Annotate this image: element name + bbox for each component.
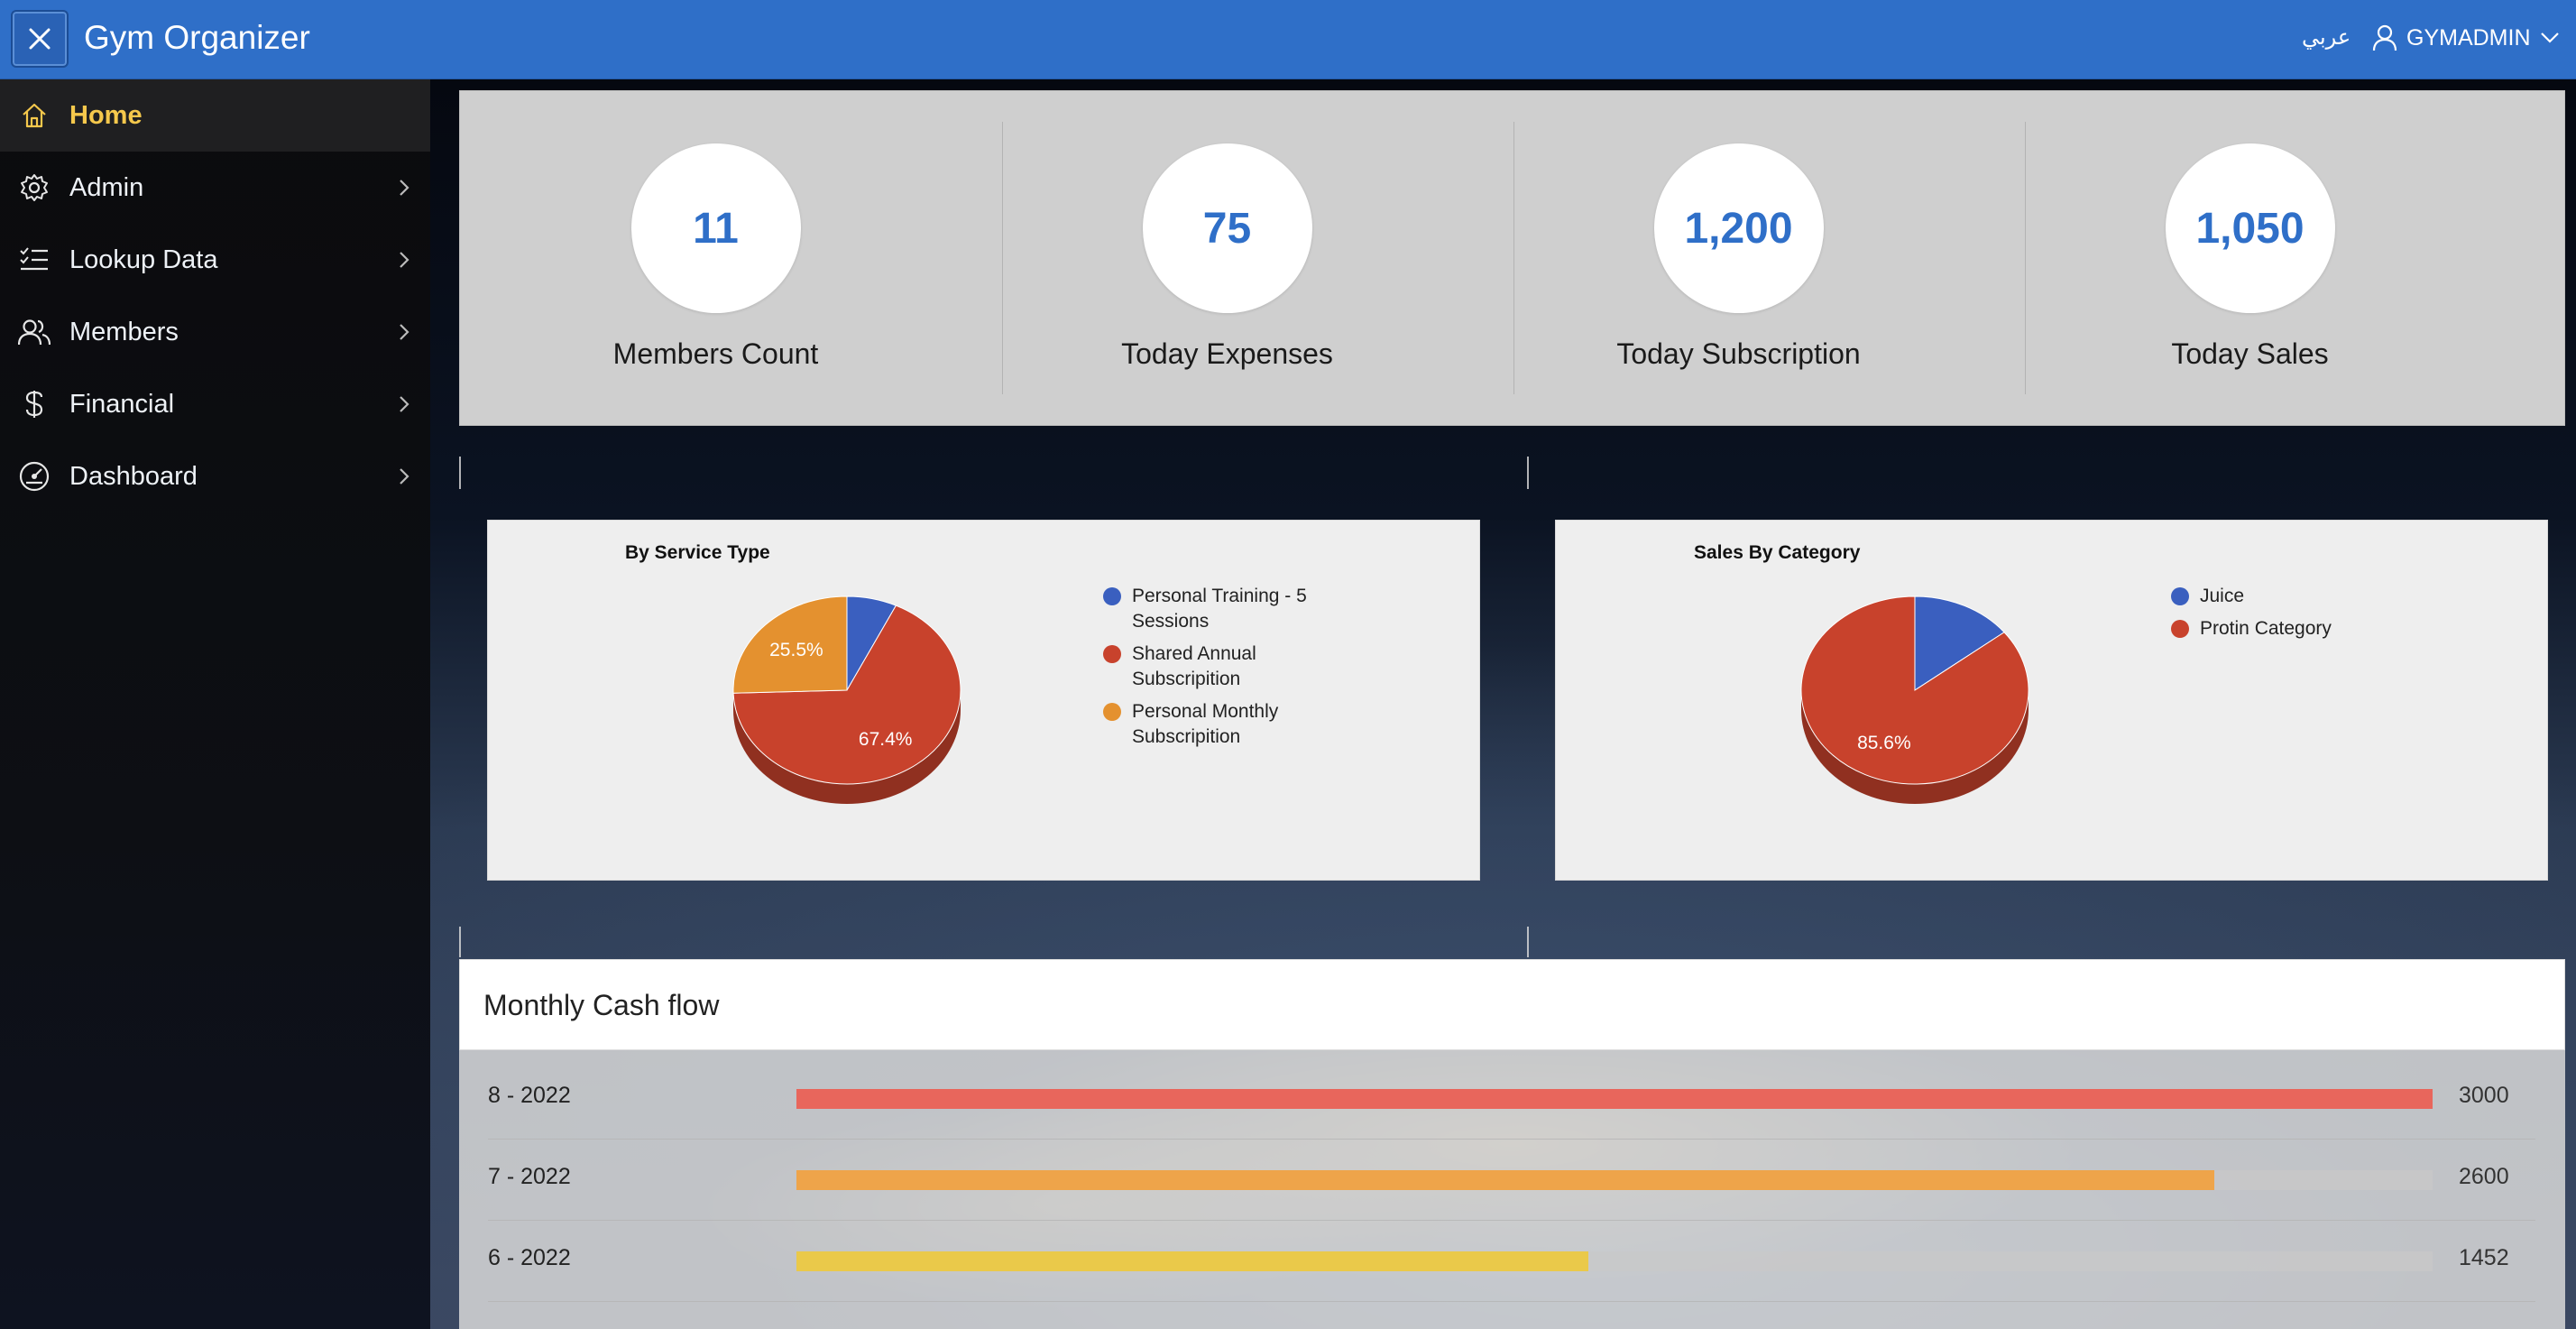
legend-swatch: [1103, 645, 1121, 663]
pie-data-label: 25.5%: [769, 640, 823, 660]
users-icon: [18, 316, 51, 348]
pie-data-label: 67.4%: [859, 729, 913, 750]
stat-value: 1,050: [2165, 143, 2335, 313]
chevron-right-icon: [400, 180, 409, 196]
legend-item[interactable]: Personal Monthly Subscripition: [1103, 699, 1356, 750]
stat-label: Today Sales: [2171, 337, 2329, 370]
user-menu[interactable]: GYMADMIN: [2372, 18, 2560, 58]
stat-value: 1,200: [1653, 143, 1824, 313]
pie-data-label: 85.6%: [1857, 733, 1911, 753]
cash-flow-row: 6 - 2022 1452: [488, 1220, 2535, 1302]
legend-label: Personal Training - 5 Sessions: [1132, 586, 1307, 632]
sidebar-item-financial[interactable]: Financial: [0, 368, 430, 440]
legend-item[interactable]: Personal Training - 5 Sessions: [1103, 584, 1356, 634]
chevron-right-icon: [400, 468, 409, 485]
sidebar-item-label: Members: [69, 318, 179, 346]
stat-value: 75: [1142, 143, 1312, 313]
dollar-icon: [18, 388, 51, 420]
chevron-right-icon: [400, 252, 409, 268]
legend-swatch: [1103, 703, 1121, 721]
home-icon: [18, 99, 51, 132]
cash-flow-bar: [796, 1251, 1588, 1271]
dashboard-gauge-icon: [18, 460, 51, 493]
cash-flow-bar: [796, 1170, 2215, 1190]
sidebar: Home Admin Lookup Data Members Financial: [0, 79, 430, 1329]
legend-label: Juice: [2200, 586, 2245, 606]
cash-flow-title: Monthly Cash flow: [483, 989, 720, 1021]
cash-flow-bar-track: [796, 1170, 2433, 1190]
chevron-down-icon: [2540, 32, 2559, 43]
sidebar-item-lookup-data[interactable]: Lookup Data: [0, 224, 430, 296]
summary-stats-card: 11 Members Count 75 Today Expenses 1,200…: [459, 90, 2565, 426]
chevron-right-icon: [400, 324, 409, 340]
sidebar-item-label: Admin: [69, 173, 144, 202]
legend-label: Shared Annual Subscripition: [1132, 643, 1256, 689]
stat-today-sales: 1,050 Today Sales: [1994, 91, 2506, 427]
cash-flow-month: 8 - 2022: [488, 1083, 571, 1108]
language-link[interactable]: عربي: [2302, 22, 2351, 54]
pie-chart-service-type: 67.4% 25.5%: [732, 595, 961, 804]
region-separator: [459, 457, 461, 489]
cash-flow-value: 1452: [2459, 1245, 2509, 1270]
close-icon: [29, 28, 51, 50]
nav-toggle-button[interactable]: [11, 10, 69, 68]
cash-flow-month: 7 - 2022: [488, 1164, 571, 1189]
top-navigation-bar: Gym Organizer عربي GYMADMIN: [0, 0, 2576, 79]
sales-by-category-chart: Sales By Category 85.6% Juice Protin Cat…: [1555, 520, 2548, 881]
gear-icon: [18, 171, 51, 204]
sidebar-item-admin[interactable]: Admin: [0, 152, 430, 224]
legend-swatch: [2171, 587, 2189, 605]
stat-label: Members Count: [612, 337, 819, 370]
cash-flow-bar: [796, 1089, 2433, 1109]
region-separator: [459, 927, 461, 957]
legend-label: Protin Category: [2200, 618, 2332, 639]
stat-today-expenses: 75 Today Expenses: [971, 91, 1483, 427]
cash-flow-month: 6 - 2022: [488, 1245, 571, 1270]
stat-today-subscription: 1,200 Today Subscription: [1483, 91, 1994, 427]
cash-flow-header: Monthly Cash flow: [459, 959, 2565, 1050]
stat-value: 11: [630, 143, 801, 313]
legend-item[interactable]: Juice: [2171, 584, 2442, 609]
cash-flow-bar-track: [796, 1251, 2433, 1271]
app-title[interactable]: Gym Organizer: [84, 18, 310, 58]
cash-flow-bar-track: [796, 1089, 2433, 1109]
checklist-icon: [18, 244, 51, 276]
sidebar-item-label: Dashboard: [69, 462, 198, 491]
sidebar-item-members[interactable]: Members: [0, 296, 430, 368]
legend-label: Personal Monthly Subscripition: [1132, 701, 1279, 747]
sidebar-item-label: Financial: [69, 390, 175, 419]
stat-label: Today Expenses: [1121, 337, 1333, 370]
sidebar-item-label: Home: [69, 101, 143, 130]
username: GYMADMIN: [2406, 24, 2531, 51]
chevron-right-icon: [400, 396, 409, 412]
cash-flow-row: 8 - 2022 3000: [488, 1057, 2535, 1140]
stat-label: Today Subscription: [1616, 337, 1861, 370]
pie-chart-sales-category: 85.6%: [1800, 595, 2029, 804]
region-separator: [1527, 457, 1529, 489]
legend-item[interactable]: Shared Annual Subscripition: [1103, 641, 1356, 692]
cash-flow-row: 7 - 2022 2600: [488, 1139, 2535, 1221]
cash-flow-value: 2600: [2459, 1164, 2509, 1189]
cash-flow-list: 8 - 2022 3000 7 - 2022 2600 6 - 2022 145…: [459, 1050, 2565, 1329]
stat-members-count: 11 Members Count: [460, 91, 971, 427]
region-separator: [1527, 927, 1529, 957]
service-type-chart: By Service Type 67.4% 25.5% Personal Trai…: [487, 520, 1480, 881]
legend-swatch: [1103, 587, 1121, 605]
cash-flow-value: 3000: [2459, 1083, 2509, 1108]
legend-swatch: [2171, 620, 2189, 638]
user-icon: [2372, 24, 2397, 51]
sidebar-item-dashboard[interactable]: Dashboard: [0, 440, 430, 512]
legend-item[interactable]: Protin Category: [2171, 616, 2442, 641]
sidebar-item-home[interactable]: Home: [0, 79, 430, 152]
sidebar-item-label: Lookup Data: [69, 245, 218, 274]
